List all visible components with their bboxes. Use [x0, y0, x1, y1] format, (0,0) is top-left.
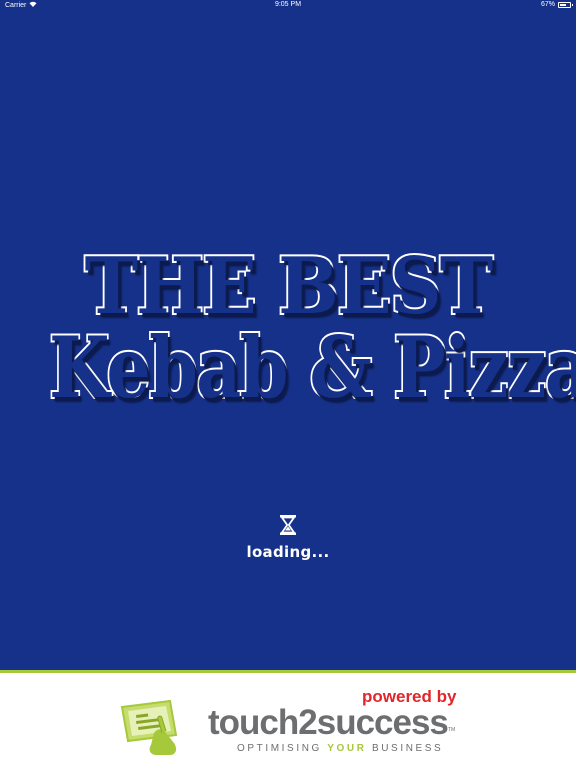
splash-screen: Carrier 9:05 PM 67% THE BEST Kebab & Piz…: [0, 0, 576, 768]
battery-icon: [558, 1, 573, 8]
battery-percent: 67%: [540, 1, 555, 8]
tagline-post: BUSINESS: [366, 743, 444, 754]
hourglass-icon: [278, 514, 298, 536]
loading-text: loading...: [246, 543, 330, 561]
status-right: 67%: [540, 1, 573, 8]
tagline-highlight: YOUR: [327, 743, 367, 754]
brand-tagline: OPTIMISING YOUR BUSINESS: [237, 743, 443, 754]
logo-title-line1: THE BEST: [83, 241, 495, 332]
tagline-pre: OPTIMISING: [237, 743, 328, 754]
footer-banner: powered by touch2success TM OPTIMISING Y…: [0, 670, 576, 768]
brand-name: touch2success: [208, 703, 449, 742]
touch-screen-hand-icon: [118, 697, 210, 757]
restaurant-logo: THE BEST Kebab & Pizza: [0, 241, 576, 417]
status-bar: Carrier 9:05 PM 67%: [0, 0, 576, 12]
status-time: 9:05 PM: [274, 1, 302, 8]
trademark-label: TM: [448, 727, 456, 733]
logo-title-line2: Kebab & Pizza: [47, 318, 576, 417]
loading-indicator: loading...: [0, 514, 576, 561]
